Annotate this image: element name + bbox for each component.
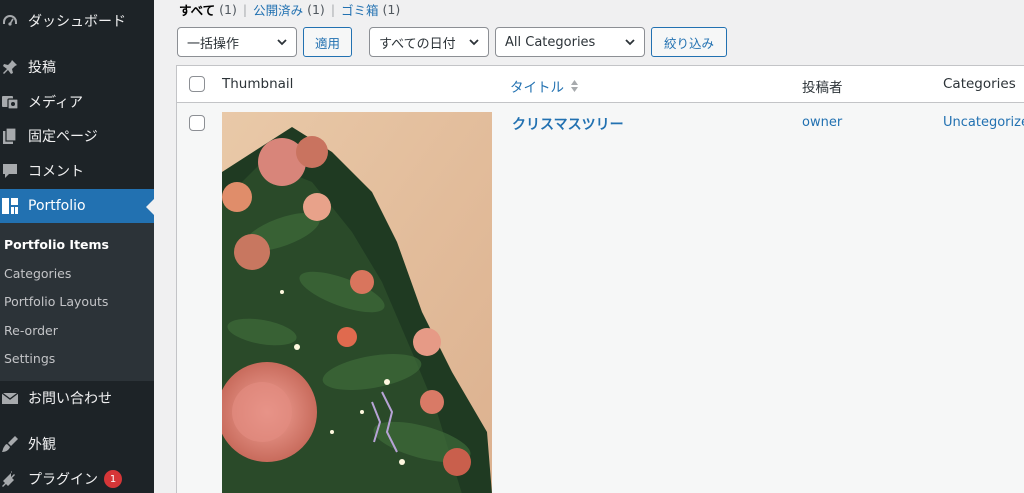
menu-item-label: プラグイン — [28, 472, 98, 488]
admin-sidebar: ダッシュボード 投稿 メディア 固定ページ コメント Portfolio Por… — [0, 0, 154, 493]
status-filter-links: すべて (1) | 公開済み (1) | ゴミ箱 (1) — [179, 0, 400, 18]
brush-icon — [0, 434, 20, 454]
date-filter-select[interactable]: すべての日付 — [369, 27, 489, 57]
plugin-icon — [0, 469, 20, 489]
thumbnail-image[interactable] — [222, 112, 492, 493]
menu-item-posts[interactable]: 投稿 — [0, 50, 154, 84]
portfolio-icon — [0, 196, 20, 216]
menu-item-label: 投稿 — [28, 60, 56, 76]
chevron-down-icon — [277, 39, 287, 46]
menu-item-label: コメント — [28, 164, 84, 180]
portfolio-submenu: Portfolio Items Categories Portfolio Lay… — [0, 223, 154, 381]
menu-item-label: ダッシュボード — [28, 14, 126, 30]
row-category-link[interactable]: Uncategorized — [943, 115, 1024, 130]
row-title-link[interactable]: クリスマスツリー — [512, 114, 624, 134]
select-all-checkbox[interactable] — [189, 76, 205, 92]
table-header: Thumbnail タイトル 投稿者 Categories — [177, 66, 1024, 103]
menu-item-dashboard[interactable]: ダッシュボード — [0, 4, 154, 38]
menu-item-appearance[interactable]: 外観 — [0, 427, 154, 461]
submenu-item-re-order[interactable]: Re-order — [4, 323, 58, 338]
filter-trash-count: (1) — [382, 1, 401, 17]
table-row: クリスマスツリー owner Uncategorized — [177, 103, 1024, 493]
menu-item-pages[interactable]: 固定ページ — [0, 119, 154, 153]
filter-published-link[interactable]: 公開済み — [253, 0, 303, 19]
comment-icon — [0, 161, 20, 181]
column-header-title-label: タイトル — [510, 80, 564, 96]
menu-item-label: お問い合わせ — [28, 391, 112, 407]
filter-trash-link[interactable]: ゴミ箱 — [341, 0, 379, 19]
filter-published-count: (1) — [307, 1, 325, 17]
date-filter-value: すべての日付 — [379, 36, 456, 52]
row-author-link[interactable]: owner — [802, 115, 842, 130]
filter-button[interactable]: 絞り込み — [651, 27, 727, 57]
row-checkbox[interactable] — [189, 115, 205, 131]
menu-item-media[interactable]: メディア — [0, 85, 154, 119]
submenu-item-categories[interactable]: Categories — [4, 266, 71, 281]
column-header-title[interactable]: タイトル — [510, 76, 579, 96]
filter-separator: | — [242, 1, 248, 17]
category-filter-value: All Categories — [505, 34, 596, 50]
menu-item-contact[interactable]: お問い合わせ — [0, 381, 154, 415]
menu-item-plugins[interactable]: プラグイン 1 — [0, 462, 154, 493]
dashboard-icon — [0, 11, 20, 31]
portfolio-items-table: Thumbnail タイトル 投稿者 Categories クリスマスツリー o… — [176, 65, 1024, 493]
menu-item-label: 外観 — [28, 437, 56, 453]
page-icon — [0, 126, 20, 146]
media-icon — [0, 92, 20, 112]
filter-separator: | — [330, 1, 336, 17]
submenu-item-portfolio-layouts[interactable]: Portfolio Layouts — [4, 294, 108, 309]
submenu-item-settings[interactable]: Settings — [4, 351, 55, 366]
filter-all-link[interactable]: すべて — [179, 0, 215, 19]
menu-item-label: メディア — [28, 95, 84, 111]
menu-item-comments[interactable]: コメント — [0, 154, 154, 188]
submenu-item-portfolio-items[interactable]: Portfolio Items — [4, 237, 109, 252]
sort-arrows-icon — [571, 80, 578, 92]
menu-item-label: 固定ページ — [28, 129, 98, 145]
column-header-categories: Categories — [943, 76, 1016, 92]
chevron-down-icon — [625, 39, 635, 46]
filter-all-count: (1) — [219, 1, 237, 17]
chevron-down-icon — [469, 39, 479, 46]
column-header-author: 投稿者 — [802, 80, 843, 96]
bulk-action-select[interactable]: 一括操作 — [177, 27, 297, 57]
menu-item-label: Portfolio — [28, 198, 86, 214]
menu-item-portfolio[interactable]: Portfolio — [0, 189, 154, 223]
apply-button[interactable]: 適用 — [303, 27, 352, 57]
pin-icon — [0, 57, 20, 77]
column-header-thumbnail: Thumbnail — [222, 76, 294, 92]
bulk-action-value: 一括操作 — [187, 36, 240, 52]
mail-icon — [0, 388, 20, 408]
update-count-badge: 1 — [104, 470, 122, 488]
christmas-tree-photo — [222, 112, 492, 493]
category-filter-select[interactable]: All Categories — [495, 27, 645, 57]
